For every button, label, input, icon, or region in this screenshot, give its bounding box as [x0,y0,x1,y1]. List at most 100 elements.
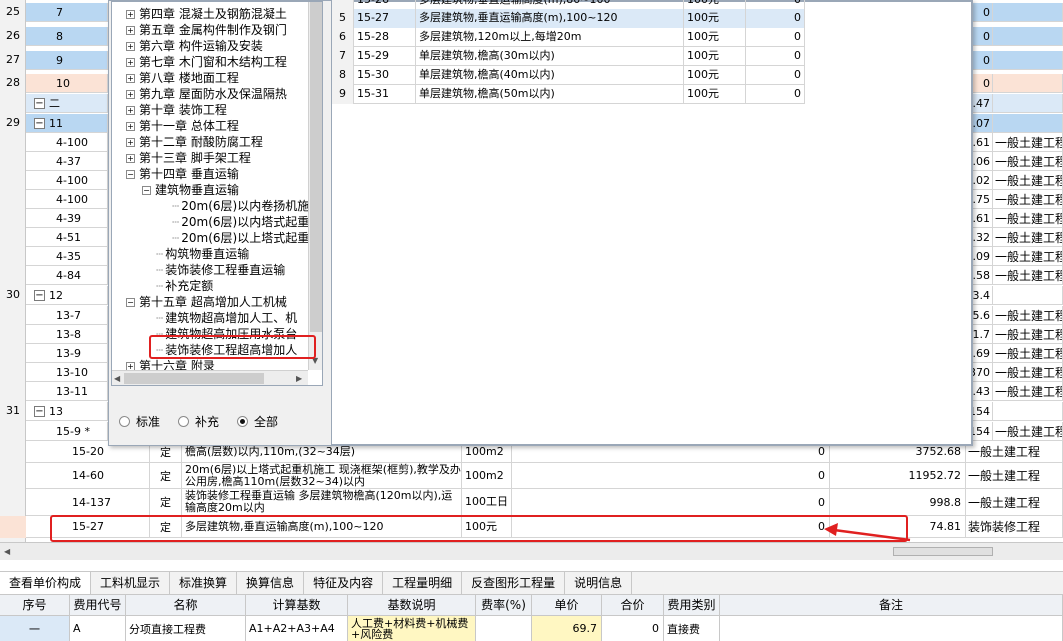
expand-icon[interactable]: + [126,154,135,163]
quota-unit-cell[interactable]: 100元 [684,85,746,104]
tree-node[interactable]: − 建筑物垂直运输 [142,182,239,198]
type-cell[interactable]: 定 [150,489,182,515]
quota-n-cell[interactable]: 6 [332,28,354,47]
collapse-icon[interactable]: − [142,186,151,195]
quota-val-cell[interactable]: 0 [746,66,805,85]
expand-icon[interactable]: + [126,10,135,19]
column-header[interactable]: 基数说明 [348,595,476,616]
code-cell[interactable]: − 二 [26,94,108,112]
quota-name-cell[interactable]: 单层建筑物,檐高(30m以内) [416,47,684,66]
tree-node[interactable]: ┄ 建筑物超高加压用水泵台 [156,326,297,342]
code-cell[interactable]: 13-9 [26,344,108,362]
quota-unit-cell[interactable]: 100元 [684,28,746,47]
code-cell[interactable]: −11 [26,114,108,132]
quota-list[interactable]: 15-26 多层建筑物,垂直运输高度(m),80~100 100元 0 5 15-27 多层… [331,0,972,445]
category-cell[interactable] [993,286,1063,304]
code-cell[interactable]: 10 [26,74,108,92]
bottom-tab[interactable]: 说明信息 [565,572,633,594]
table-cell[interactable] [476,616,532,641]
tree-node[interactable]: + 第四章 混凝土及钢筋混凝土 [126,6,287,22]
tree-node[interactable]: ┄ 建筑物超高增加人工、机 [156,310,297,326]
tree-node[interactable]: ┄ 构筑物垂直运输 [156,246,249,262]
category-cell[interactable] [993,74,1063,92]
scroll-left-icon[interactable]: ◀ [114,374,120,383]
tree-node[interactable]: ┄ 装饰装修工程超高增加人 [156,342,297,358]
quota-row[interactable]: 5 15-27 多层建筑物,垂直运输高度(m),100~120 100元 0 [332,9,805,28]
code-cell[interactable]: 13-7 [26,306,108,324]
collapse-icon[interactable]: − [34,117,45,129]
tree-node[interactable]: ┄ 装饰装修工程垂直运输 [156,262,285,278]
code-cell[interactable]: 4-51 [26,228,108,246]
bottom-tab[interactable]: 工程量明细 [383,572,463,594]
column-header[interactable]: 费用类别 [664,595,720,616]
quota-code-cell[interactable]: 15-30 [354,66,416,85]
tree-hscroll-thumb[interactable] [124,373,264,384]
unit-cell[interactable]: 100m2 [462,463,512,488]
collapse-icon[interactable]: − [34,405,45,417]
code-cell[interactable]: 14-137 [26,489,150,515]
quota-val-cell[interactable]: 0 [746,28,805,47]
tree-node[interactable]: ┄ 20m(6层)以内塔式起重 [172,214,309,230]
code-cell[interactable]: 8 [26,27,108,45]
name-cell[interactable]: 20m(6层)以上塔式起重机施工 现浇框架(框剪),教学及办公用房,檐高110m… [182,463,462,488]
tree-node[interactable]: + 第十二章 耐酸防腐工程 [126,134,263,150]
table-cell[interactable]: 直接费 [664,616,720,641]
quota-name-cell[interactable]: 多层建筑物,120m以上,每增20m [416,28,684,47]
category-cell[interactable]: 一般土建工程 [993,422,1063,440]
column-header[interactable]: 备注 [720,595,1063,616]
filter-radio[interactable]: 补充 [178,413,219,430]
expand-icon[interactable]: + [126,42,135,51]
code-cell[interactable]: 13-8 [26,325,108,343]
code-cell[interactable]: 4-100 [26,190,108,208]
column-header[interactable]: 单价 [532,595,602,616]
code-cell[interactable]: 9 [26,51,108,69]
tree-vscroll-thumb[interactable] [310,2,322,332]
column-header[interactable]: 费率(%) [476,595,532,616]
quota-val-cell[interactable]: 0 [746,85,805,104]
code-cell[interactable]: −13 [26,402,108,420]
cat-cell[interactable]: 一般土建工程 [966,489,1063,515]
radio-circle-icon[interactable] [178,416,190,427]
category-cell[interactable]: 一般土建工程 [993,171,1063,189]
table-cell[interactable] [720,616,1063,641]
category-cell[interactable]: 一般土建工程 [993,306,1063,324]
cat-cell[interactable]: 装饰装修工程 [966,516,1063,537]
quota-name-cell[interactable]: 单层建筑物,檐高(40m以内) [416,66,684,85]
v2-cell[interactable]: 998.8 [830,489,966,515]
code-cell[interactable]: 4-39 [26,209,108,227]
category-cell[interactable] [993,3,1063,21]
tree-node[interactable]: ┄ 20m(6层)以上塔式起重 [172,230,309,246]
quota-n-cell[interactable]: 7 [332,47,354,66]
type-cell[interactable]: 定 [150,516,182,537]
code-cell[interactable]: 13-11 [26,382,108,400]
code-cell[interactable]: 4-37 [26,152,108,170]
table-cell[interactable]: A1+A2+A3+A4 [246,616,348,641]
tree-node[interactable]: − 第十四章 垂直运输 [126,166,239,182]
code-cell[interactable]: 4-84 [26,266,108,284]
tree-node[interactable]: + 第十一章 总体工程 [126,118,239,134]
quota-n-cell[interactable]: 8 [332,66,354,85]
table-cell[interactable]: 人工费+材料费+机械费+风险费 [348,616,476,641]
bottom-tab[interactable]: 标准换算 [170,572,238,594]
collapse-icon[interactable]: − [126,298,135,307]
code-cell[interactable]: 4-100 [26,171,108,189]
category-cell[interactable]: 一般土建工程 [993,344,1063,362]
code-cell[interactable]: −12 [26,286,108,304]
grid-row[interactable]: 14-60 定 20m(6层)以上塔式起重机施工 现浇框架(框剪),教学及办公用房,… [26,463,1063,489]
column-header[interactable]: 名称 [126,595,246,616]
quota-row[interactable]: 7 15-29 单层建筑物,檐高(30m以内) 100元 0 [332,47,805,66]
category-cell[interactable]: 一般土建工程 [993,325,1063,343]
quota-name-cell[interactable]: 多层建筑物,垂直运输高度(m),100~120 [416,9,684,28]
quota-code-cell[interactable]: 15-27 [354,9,416,28]
column-header[interactable]: 费用代号 [70,595,126,616]
category-cell[interactable]: 一般土建工程 [993,228,1063,246]
quota-n-cell[interactable]: 9 [332,85,354,104]
quota-unit-cell[interactable]: 100元 [684,9,746,28]
category-cell[interactable] [993,27,1063,45]
quota-code-cell[interactable]: 15-28 [354,28,416,47]
v1-cell[interactable]: 0 [512,489,830,515]
bottom-tab[interactable]: 反查图形工程量 [462,572,566,594]
category-cell[interactable]: 一般土建工程 [993,247,1063,265]
category-cell[interactable] [993,114,1063,132]
tree-node[interactable]: + 第六章 构件运输及安装 [126,38,263,54]
